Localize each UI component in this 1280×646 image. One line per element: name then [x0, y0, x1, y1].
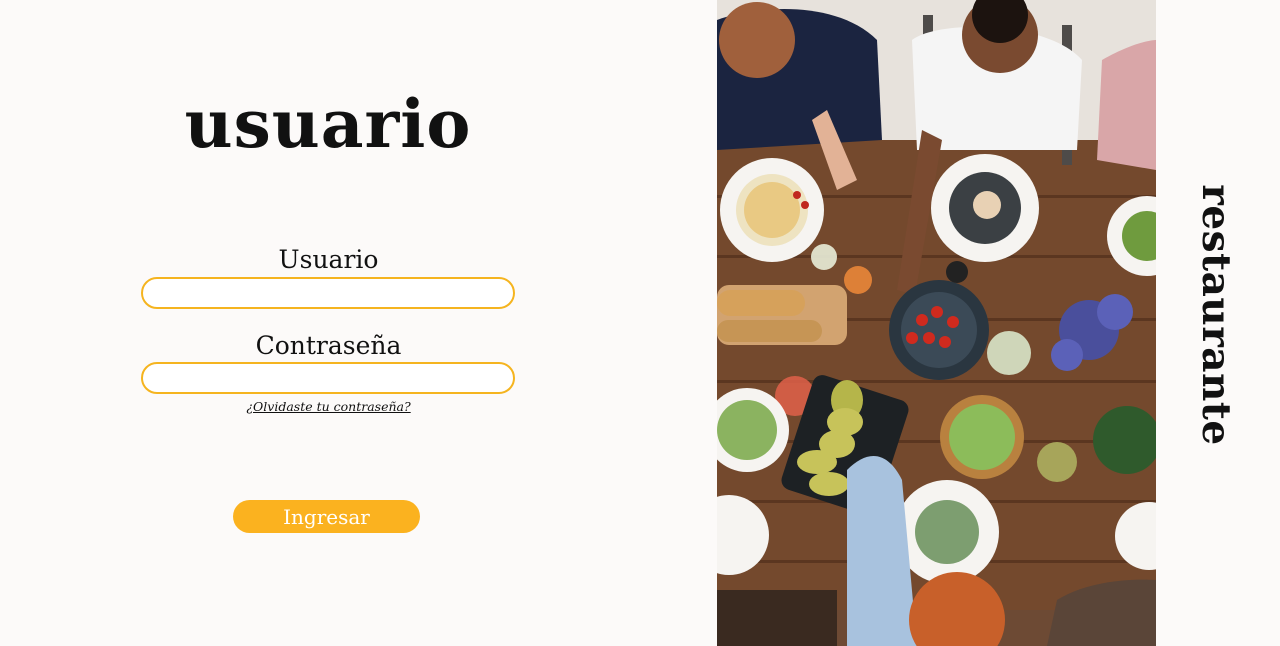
username-input[interactable]	[141, 277, 515, 309]
password-input[interactable]	[141, 362, 515, 394]
username-label: Usuario	[278, 245, 379, 274]
brand-name: restaurante	[1193, 184, 1239, 446]
tomato-bowl	[889, 280, 989, 380]
pasta-plate	[720, 158, 824, 262]
login-panel: usuario Usuario Contraseña ¿Olvidaste tu…	[0, 0, 717, 646]
forgot-password-link[interactable]: ¿Olvidaste tu contraseña?	[141, 399, 516, 414]
login-submit-button[interactable]: Ingresar	[233, 500, 420, 533]
food-table-illustration	[717, 0, 1156, 646]
salad-bowl	[940, 395, 1024, 479]
login-page: usuario Usuario Contraseña ¿Olvidaste tu…	[0, 0, 1280, 646]
password-label: Contraseña	[255, 331, 402, 360]
restaurant-photo	[717, 0, 1156, 646]
bread-board	[717, 285, 847, 345]
page-title: usuario	[184, 85, 472, 163]
dark-pasta-plate	[931, 154, 1039, 262]
person-top-right	[1097, 40, 1156, 170]
